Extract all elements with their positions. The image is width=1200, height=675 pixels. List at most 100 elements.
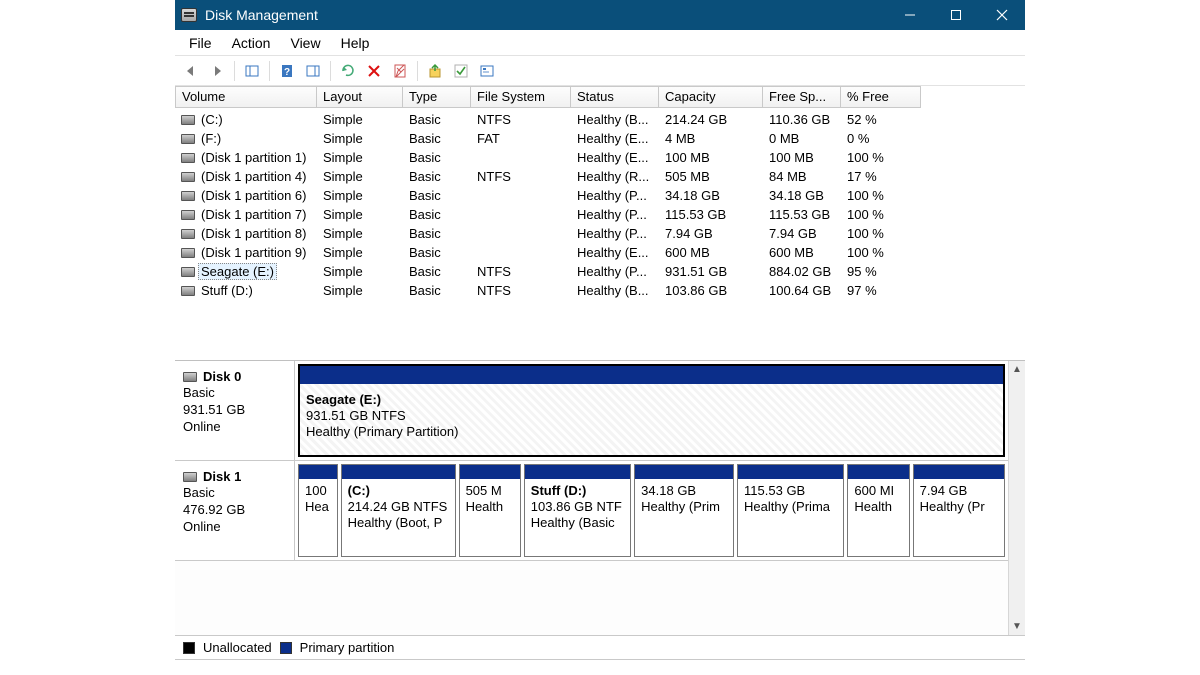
partition[interactable]: 600 MIHealth xyxy=(847,464,909,557)
volume-layout: Simple xyxy=(317,150,403,165)
volume-free: 100 MB xyxy=(763,150,841,165)
show-hide-console-tree-button[interactable] xyxy=(240,59,264,83)
scroll-down-icon[interactable]: ▼ xyxy=(1009,618,1025,635)
svg-text:?: ? xyxy=(284,67,290,78)
column-type[interactable]: Type xyxy=(403,86,471,108)
partition[interactable]: 34.18 GBHealthy (Prim xyxy=(634,464,734,557)
volume-row[interactable]: (Disk 1 partition 6)SimpleBasicHealthy (… xyxy=(175,186,1025,205)
volume-free: 115.53 GB xyxy=(763,207,841,222)
volume-capacity: 34.18 GB xyxy=(659,188,763,203)
partition[interactable]: 7.94 GBHealthy (Pr xyxy=(913,464,1005,557)
partition-size: 103.86 GB NTF xyxy=(531,499,624,515)
volume-fs: NTFS xyxy=(471,264,571,279)
more-actions-2-button[interactable] xyxy=(449,59,473,83)
column-file-system[interactable]: File System xyxy=(471,86,571,108)
disk-state: Online xyxy=(183,418,288,435)
volume-capacity: 214.24 GB xyxy=(659,112,763,127)
partition-stripe xyxy=(525,465,630,479)
forward-button[interactable] xyxy=(205,59,229,83)
partition[interactable]: 115.53 GBHealthy (Prima xyxy=(737,464,844,557)
app-icon xyxy=(181,8,197,22)
volume-capacity: 505 MB xyxy=(659,169,763,184)
partition-stripe xyxy=(738,465,843,479)
volume-pct: 97 % xyxy=(841,283,921,298)
volume-pct: 100 % xyxy=(841,150,921,165)
more-actions-3-button[interactable] xyxy=(475,59,499,83)
volume-free: 884.02 GB xyxy=(763,264,841,279)
partition-title: Seagate (E:) xyxy=(306,392,997,408)
legend-swatch-unallocated xyxy=(183,642,195,654)
column-status[interactable]: Status xyxy=(571,86,659,108)
volume-row[interactable]: (Disk 1 partition 1)SimpleBasicHealthy (… xyxy=(175,148,1025,167)
column-free-space[interactable]: Free Sp... xyxy=(763,86,841,108)
menu-help[interactable]: Help xyxy=(331,32,380,54)
minimize-button[interactable] xyxy=(887,0,933,30)
column-layout[interactable]: Layout xyxy=(317,86,403,108)
partition-stripe xyxy=(914,465,1004,479)
disk-management-window: Disk Management File Action View Help xyxy=(175,0,1025,660)
volume-layout: Simple xyxy=(317,264,403,279)
volume-row[interactable]: (Disk 1 partition 7)SimpleBasicHealthy (… xyxy=(175,205,1025,224)
partition-stripe xyxy=(342,465,455,479)
partition[interactable]: 505 MHealth xyxy=(459,464,521,557)
delete-button[interactable] xyxy=(362,59,386,83)
volume-pct: 100 % xyxy=(841,245,921,260)
show-hide-action-pane-button[interactable] xyxy=(301,59,325,83)
menu-file[interactable]: File xyxy=(179,32,222,54)
properties-button[interactable] xyxy=(388,59,412,83)
volume-free: 34.18 GB xyxy=(763,188,841,203)
volume-status: Healthy (P... xyxy=(571,188,659,203)
maximize-button[interactable] xyxy=(933,0,979,30)
partition[interactable]: 100Hea xyxy=(298,464,338,557)
volume-capacity: 931.51 GB xyxy=(659,264,763,279)
volume-row[interactable]: (Disk 1 partition 9)SimpleBasicHealthy (… xyxy=(175,243,1025,262)
volume-name: Stuff (D:) xyxy=(201,283,253,298)
volume-free: 600 MB xyxy=(763,245,841,260)
disk-icon xyxy=(181,115,195,125)
menu-view[interactable]: View xyxy=(280,32,330,54)
vertical-scrollbar[interactable]: ▲ ▼ xyxy=(1008,361,1025,635)
volume-type: Basic xyxy=(403,264,471,279)
scroll-up-icon[interactable]: ▲ xyxy=(1009,361,1025,378)
partition-status: Healthy (Primary Partition) xyxy=(306,424,997,440)
volume-status: Healthy (E... xyxy=(571,150,659,165)
disk-icon xyxy=(183,472,197,482)
close-button[interactable] xyxy=(979,0,1025,30)
disk-size: 476.92 GB xyxy=(183,501,288,518)
partition[interactable]: Seagate (E:)931.51 GB NTFSHealthy (Prima… xyxy=(298,364,1005,457)
volume-capacity: 115.53 GB xyxy=(659,207,763,222)
column-capacity[interactable]: Capacity xyxy=(659,86,763,108)
volume-type: Basic xyxy=(403,226,471,241)
volume-type: Basic xyxy=(403,112,471,127)
volume-row[interactable]: (Disk 1 partition 4)SimpleBasicNTFSHealt… xyxy=(175,167,1025,186)
volume-row[interactable]: (F:)SimpleBasicFATHealthy (E...4 MB0 MB0… xyxy=(175,129,1025,148)
partition[interactable]: Stuff (D:)103.86 GB NTFHealthy (Basic xyxy=(524,464,631,557)
menu-action[interactable]: Action xyxy=(222,32,281,54)
refresh-button[interactable] xyxy=(336,59,360,83)
disk-icon xyxy=(181,210,195,220)
back-button[interactable] xyxy=(179,59,203,83)
volume-free: 100.64 GB xyxy=(763,283,841,298)
partition-status: Health xyxy=(466,499,514,515)
volume-type: Basic xyxy=(403,245,471,260)
legend: Unallocated Primary partition xyxy=(175,635,1025,659)
volume-row[interactable]: (Disk 1 partition 8)SimpleBasicHealthy (… xyxy=(175,224,1025,243)
volume-row[interactable]: Stuff (D:)SimpleBasicNTFSHealthy (B...10… xyxy=(175,281,1025,300)
volume-type: Basic xyxy=(403,131,471,146)
titlebar: Disk Management xyxy=(175,0,1025,30)
volume-pct: 0 % xyxy=(841,131,921,146)
disk-info[interactable]: Disk 1Basic476.92 GBOnline xyxy=(175,461,295,560)
help-button[interactable]: ? xyxy=(275,59,299,83)
volume-row[interactable]: Seagate (E:)SimpleBasicNTFSHealthy (P...… xyxy=(175,262,1025,281)
more-actions-1-button[interactable] xyxy=(423,59,447,83)
partition-stripe xyxy=(300,366,1003,384)
column-volume[interactable]: Volume xyxy=(175,86,317,108)
volume-pct: 100 % xyxy=(841,207,921,222)
disk-info[interactable]: Disk 0Basic931.51 GBOnline xyxy=(175,361,295,460)
partition-size: 115.53 GB xyxy=(744,483,837,499)
column-percent-free[interactable]: % Free xyxy=(841,86,921,108)
partition[interactable]: (C:)214.24 GB NTFSHealthy (Boot, P xyxy=(341,464,456,557)
disk-row: Disk 0Basic931.51 GBOnlineSeagate (E:)93… xyxy=(175,361,1008,461)
partition-stripe xyxy=(635,465,733,479)
volume-row[interactable]: (C:)SimpleBasicNTFSHealthy (B...214.24 G… xyxy=(175,110,1025,129)
